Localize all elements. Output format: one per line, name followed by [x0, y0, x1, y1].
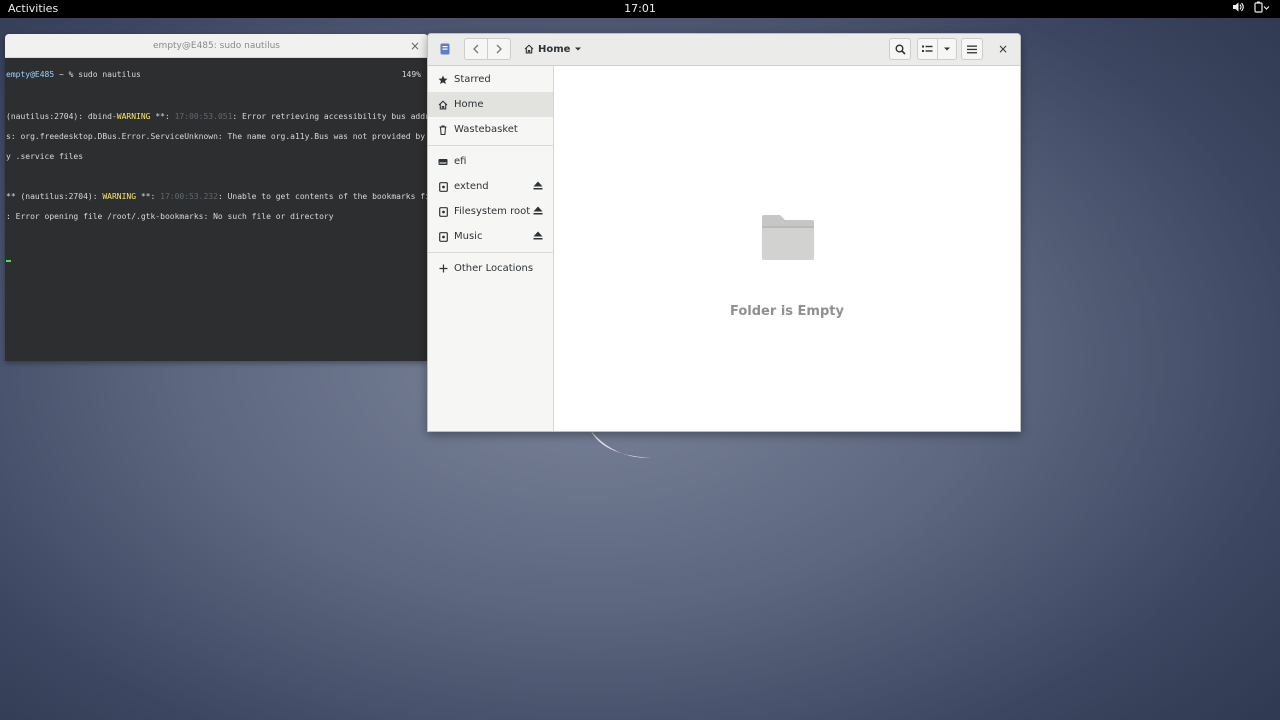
- terminal-line: : Error opening file /root/.gtk-bookmark…: [6, 212, 334, 221]
- terminal-line: y .service files: [6, 152, 84, 161]
- terminal-output[interactable]: empty@E485 ~ % sudo nautilus 149% (nautil…: [5, 58, 428, 284]
- eject-icon[interactable]: [533, 181, 543, 193]
- places-sidebar: Starred Home Wastebasket efi extend File…: [428, 66, 554, 431]
- sidebar-item-label: Home: [454, 99, 484, 110]
- terminal-line: s: org.freedesktop.DBus.Error.ServiceUnk…: [6, 132, 428, 141]
- sidebar-item-home[interactable]: Home: [428, 92, 553, 117]
- chevron-down-icon: [575, 47, 582, 51]
- terminal-close-button[interactable]: ×: [410, 34, 420, 58]
- terminal-cursor-line: [6, 252, 427, 262]
- folder-icon: [762, 215, 814, 260]
- files-headerbar[interactable]: Home ×: [428, 34, 1020, 66]
- sidebar-toggle-button[interactable]: [434, 38, 456, 60]
- sidebar-item-filesystem-root[interactable]: Filesystem root: [428, 199, 553, 224]
- list-view-icon: [922, 45, 933, 52]
- sidebar-item-music[interactable]: Music: [428, 224, 553, 249]
- drive-icon: [438, 157, 448, 167]
- path-bar-home[interactable]: Home: [524, 38, 582, 60]
- terminal-percent: 149%: [401, 70, 421, 79]
- terminal-cursor: [6, 260, 11, 262]
- chevron-left-icon: [473, 44, 479, 54]
- sidebar-item-extend[interactable]: extend: [428, 174, 553, 199]
- chevron-right-icon: [496, 44, 502, 54]
- battery-icon[interactable]: [1254, 1, 1270, 13]
- sidebar-separator: [428, 145, 553, 146]
- sidebar-item-label: Starred: [454, 74, 491, 85]
- volume-icon[interactable]: [1233, 2, 1244, 12]
- view-options-button[interactable]: [937, 38, 957, 60]
- removable-drive-icon: [438, 206, 448, 217]
- sidebar-item-other-locations[interactable]: Other Locations: [428, 256, 553, 281]
- search-icon: [895, 44, 906, 55]
- terminal-line: (nautilus:2704): dbind-WARNING **: 17:00…: [6, 112, 428, 121]
- eject-icon[interactable]: [533, 231, 543, 243]
- sidebar-item-label: Music: [454, 231, 483, 242]
- back-button[interactable]: [464, 38, 488, 60]
- prompt-user: empty@E485: [6, 70, 55, 79]
- home-icon: [524, 44, 534, 54]
- home-icon: [438, 99, 448, 110]
- sidebar-item-label: Wastebasket: [454, 124, 518, 135]
- chevron-down-icon: [944, 47, 950, 51]
- clock[interactable]: 17:01: [0, 2, 1280, 15]
- sidebar-item-starred[interactable]: Starred: [428, 67, 553, 92]
- forward-button[interactable]: [487, 38, 511, 60]
- path-label: Home: [538, 43, 571, 55]
- files-close-button[interactable]: ×: [998, 42, 1008, 56]
- terminal-window[interactable]: empty@E485: sudo nautilus × empty@E485 ~…: [5, 34, 428, 361]
- terminal-title: empty@E485: sudo nautilus: [153, 41, 280, 51]
- view-list-button[interactable]: [917, 38, 938, 60]
- sidebar-item-wastebasket[interactable]: Wastebasket: [428, 117, 553, 142]
- eject-icon[interactable]: [533, 206, 543, 218]
- sidebar-separator: [428, 252, 553, 253]
- sidebar-item-label: Other Locations: [454, 263, 534, 274]
- sidebar-item-efi[interactable]: efi: [428, 149, 553, 174]
- search-button[interactable]: [889, 38, 911, 60]
- removable-drive-icon: [438, 231, 448, 242]
- terminal-titlebar[interactable]: empty@E485: sudo nautilus ×: [5, 34, 428, 58]
- file-view[interactable]: Folder is Empty: [554, 66, 1020, 431]
- plus-icon: [438, 264, 448, 274]
- hamburger-menu-icon: [967, 45, 977, 53]
- sidebar-item-label: extend: [454, 181, 489, 192]
- top-bar: Activities 17:01: [0, 0, 1280, 18]
- removable-drive-icon: [438, 181, 448, 192]
- bookmark-panel-icon: [440, 43, 450, 55]
- system-tray[interactable]: [1233, 1, 1270, 13]
- empty-folder-message: Folder is Empty: [730, 304, 844, 319]
- star-icon: [438, 75, 448, 85]
- terminal-line: ** (nautilus:2704): WARNING **: 17:00:53…: [6, 192, 428, 201]
- sidebar-item-label: Filesystem root: [454, 206, 531, 217]
- sidebar-item-label: efi: [454, 156, 467, 167]
- prompt-command: ~ % sudo nautilus: [54, 70, 141, 79]
- menu-button[interactable]: [961, 38, 983, 60]
- files-window[interactable]: Home × Starred Home Wastebasket efi exte…: [427, 33, 1021, 432]
- trash-icon: [438, 124, 448, 135]
